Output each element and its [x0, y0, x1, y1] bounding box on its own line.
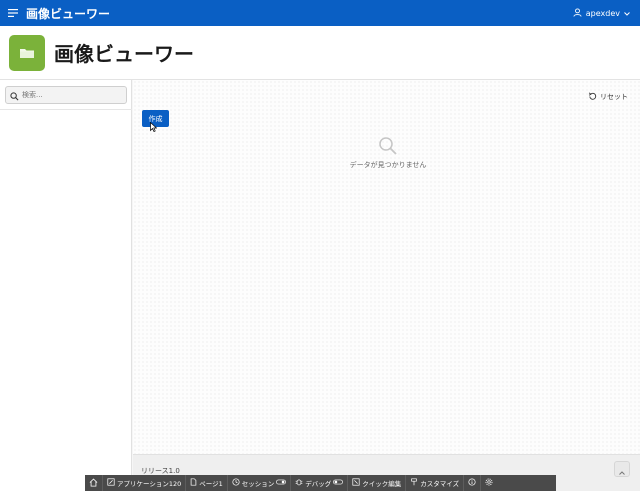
- dev-application-label: アプリケーション120: [117, 480, 182, 488]
- home-icon: [89, 478, 98, 489]
- left-panel: [0, 80, 132, 491]
- toggle-icon: [276, 479, 287, 487]
- dev-application-button[interactable]: アプリケーション120: [103, 475, 187, 491]
- dev-session-button[interactable]: セッション: [228, 475, 292, 491]
- search-box: [5, 86, 127, 104]
- top-navbar: 画像ビューワー apexdev: [0, 0, 640, 26]
- toggle-icon: [333, 479, 344, 487]
- session-icon: [232, 478, 240, 488]
- scroll-to-top-button[interactable]: [614, 461, 630, 477]
- settings-icon: [485, 478, 493, 488]
- customize-icon: [410, 478, 418, 488]
- dev-quick-edit-button[interactable]: クイック編集: [348, 475, 407, 491]
- chevron-down-icon: [624, 9, 630, 18]
- quick-edit-icon: [352, 478, 360, 488]
- dev-customize-button[interactable]: カスタマイズ: [406, 475, 465, 491]
- user-name: apexdev: [585, 8, 620, 18]
- main-content: リセット 作成 データが見つかりません: [133, 80, 640, 454]
- dev-quick-edit-label: クイック編集: [362, 480, 402, 488]
- info-icon: [468, 478, 476, 488]
- page-header: 画像ビューワー: [0, 26, 640, 80]
- reset-button[interactable]: リセット: [588, 90, 628, 104]
- page-title: 画像ビューワー: [54, 42, 194, 66]
- search-icon: [323, 136, 453, 156]
- app-title[interactable]: 画像ビューワー: [26, 5, 110, 22]
- empty-state: データが見つかりません: [323, 136, 453, 170]
- dev-debug-label: デバッグ: [305, 480, 332, 488]
- hamburger-icon[interactable]: [0, 0, 26, 26]
- edit-icon: [107, 478, 115, 488]
- search-icon: [10, 86, 19, 105]
- dev-home-button[interactable]: [85, 475, 103, 491]
- dev-customize-label: カスタマイズ: [420, 480, 460, 488]
- dev-settings-button[interactable]: [481, 475, 497, 491]
- user-icon: [573, 7, 582, 19]
- page-icon: [190, 478, 197, 488]
- dev-page-label: ページ1: [199, 480, 223, 488]
- undo-icon: [588, 91, 597, 103]
- dev-info-button[interactable]: [464, 475, 482, 491]
- developer-toolbar: アプリケーション120 ページ1 セッション デバッグ クイック編集 カスタマイ…: [85, 475, 556, 491]
- divider: [0, 109, 132, 110]
- user-menu[interactable]: apexdev: [573, 0, 630, 26]
- folder-icon: [9, 34, 45, 71]
- dev-page-button[interactable]: ページ1: [186, 475, 228, 491]
- chevron-up-icon: [619, 460, 625, 479]
- dev-debug-button[interactable]: デバッグ: [291, 475, 349, 491]
- dev-session-label: セッション: [241, 480, 275, 488]
- mouse-cursor-icon: [150, 117, 158, 136]
- reset-label: リセット: [600, 93, 628, 101]
- search-input[interactable]: [22, 91, 122, 99]
- debug-icon: [295, 478, 303, 488]
- empty-message: データが見つかりません: [349, 161, 427, 169]
